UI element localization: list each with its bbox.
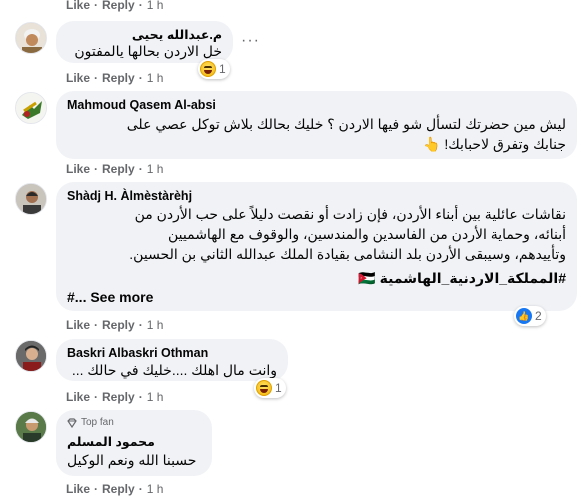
comment-text-line: أبنائه، وحماية الأردن من الفاسدين والمند… — [168, 226, 566, 242]
avatar-image — [16, 23, 46, 53]
comment-text-line: ليش مين حضرتك لتسأل شو فيها الاردن ؟ خلي… — [126, 116, 566, 132]
avatar[interactable] — [15, 183, 47, 215]
comment-bubble: Baskri Albaskri Othman وانت مال اهلك ...… — [56, 339, 288, 381]
comment-actions-top: Like · Reply · 1 h — [66, 0, 163, 12]
comment-bubble: م.عبدالله يحيى خل الاردن بحالها يالمفتون — [56, 21, 233, 63]
comment-bubble: Mahmoud Qasem Al-absi ليش مين حضرتك لتسأ… — [56, 91, 577, 159]
comment-text: وانت مال اهلك ....خليك في حالك ... — [71, 362, 277, 378]
haha-reaction-icon — [200, 61, 216, 77]
reaction-summary[interactable]: 👍 2 — [514, 306, 546, 326]
hashtag-link[interactable]: #المملكة_الاردنية_الهاشمية 🇯🇴 — [61, 268, 566, 288]
separator: · — [94, 0, 99, 12]
timestamp[interactable]: 1 h — [147, 318, 164, 332]
haha-reaction-icon — [256, 380, 272, 396]
separator: · — [94, 71, 99, 85]
top-fan-badge: Top fan — [67, 417, 114, 428]
avatar[interactable] — [15, 411, 47, 443]
timestamp[interactable]: 1 h — [147, 482, 164, 496]
comment-text-line: وتأييدهم، وسيبقى الأردن بلد النشامى بقيا… — [129, 246, 566, 262]
avatar[interactable] — [15, 22, 47, 54]
comment-author[interactable]: محمود المسلم — [67, 434, 155, 449]
reaction-summary[interactable]: 1 — [198, 59, 230, 79]
reaction-summary[interactable]: 1 — [254, 378, 286, 398]
comment-text-line: جنابك وتفرق لاحبابك! 👆 — [423, 136, 566, 152]
avatar[interactable] — [15, 92, 47, 124]
badge-label: Top fan — [81, 417, 114, 428]
separator: · — [138, 71, 143, 85]
comment-author[interactable]: Shàdj H. Àlmèstàrèhj — [67, 189, 192, 203]
separator: · — [138, 390, 143, 404]
comment-actions: Like · Reply · 1 h — [66, 162, 163, 176]
comment-bubble: Shàdj H. Àlmèstàrèhj نقاشات عائلية بين أ… — [56, 182, 577, 311]
like-link[interactable]: Like — [66, 318, 90, 332]
like-link[interactable]: Like — [66, 71, 90, 85]
reply-link[interactable]: Reply — [102, 318, 135, 332]
timestamp[interactable]: 1 h — [147, 0, 164, 12]
separator: · — [138, 482, 143, 496]
reply-link[interactable]: Reply — [102, 0, 135, 12]
like-link[interactable]: Like — [66, 162, 90, 176]
avatar-image — [16, 184, 46, 214]
reaction-count: 1 — [219, 62, 226, 76]
timestamp[interactable]: 1 h — [147, 71, 164, 85]
comment-actions: Like · Reply · 1 h — [66, 71, 163, 85]
avatar-image — [16, 412, 46, 442]
comment-bubble: Top fan محمود المسلم حسبنا الله ونعم الو… — [56, 410, 212, 476]
timestamp[interactable]: 1 h — [147, 162, 164, 176]
comment-actions: Like · Reply · 1 h — [66, 390, 163, 404]
reply-link[interactable]: Reply — [102, 162, 135, 176]
comment-actions: Like · Reply · 1 h — [66, 482, 163, 496]
like-link[interactable]: Like — [66, 0, 90, 12]
like-link[interactable]: Like — [66, 390, 90, 404]
avatar-image — [16, 93, 46, 123]
reply-link[interactable]: Reply — [102, 71, 135, 85]
separator: · — [94, 482, 99, 496]
like-reaction-icon: 👍 — [516, 308, 532, 324]
more-options-icon[interactable]: ··· — [241, 32, 260, 50]
top-fan-diamond-icon — [67, 417, 77, 428]
separator: · — [94, 162, 99, 176]
comment-text: حسبنا الله ونعم الوكيل — [67, 452, 197, 468]
separator: · — [138, 162, 143, 176]
comment-actions: Like · Reply · 1 h — [66, 318, 163, 332]
avatar-image — [16, 341, 46, 371]
comment-author[interactable]: Mahmoud Qasem Al-absi — [67, 98, 216, 112]
separator: · — [94, 318, 99, 332]
reply-link[interactable]: Reply — [102, 390, 135, 404]
separator: · — [94, 390, 99, 404]
comment-author[interactable]: م.عبدالله يحيى — [132, 27, 222, 42]
see-more-link[interactable]: #... See more — [67, 289, 153, 305]
comment-text-line: نقاشات عائلية بين أبناء الأردن، فإن زادت… — [134, 206, 566, 222]
avatar[interactable] — [15, 340, 47, 372]
reaction-count: 2 — [535, 309, 542, 323]
like-link[interactable]: Like — [66, 482, 90, 496]
reaction-count: 1 — [275, 381, 282, 395]
separator: · — [138, 318, 143, 332]
reply-link[interactable]: Reply — [102, 482, 135, 496]
timestamp[interactable]: 1 h — [147, 390, 164, 404]
comment-author[interactable]: Baskri Albaskri Othman — [67, 346, 208, 360]
separator: · — [138, 0, 143, 12]
comment-text: خل الاردن بحالها يالمفتون — [74, 43, 222, 59]
